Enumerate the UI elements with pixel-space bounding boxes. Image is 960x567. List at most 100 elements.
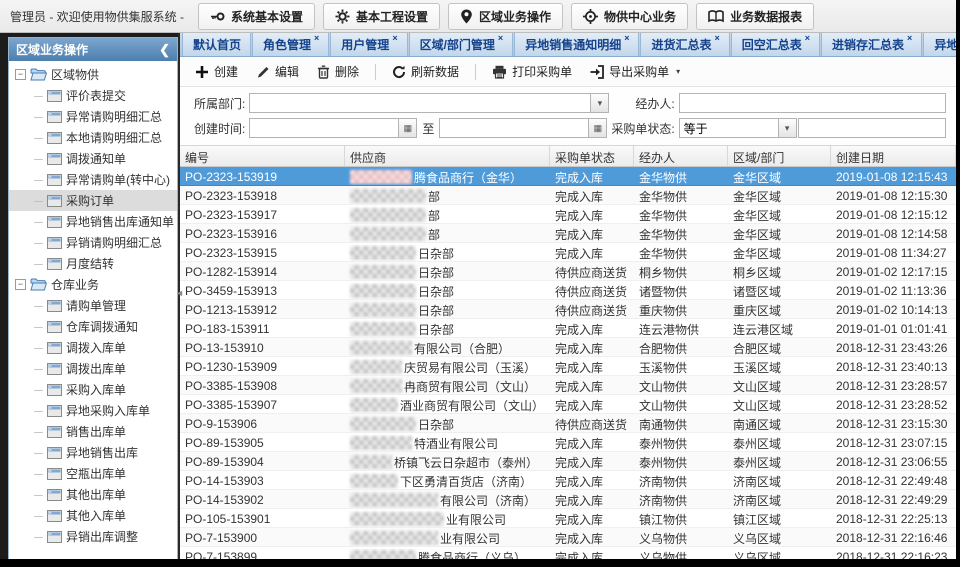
close-icon[interactable]: × (392, 34, 397, 43)
table-row[interactable]: PO-89-153905特酒业有限公司完成入库泰州物供泰州区域2018-12-3… (180, 433, 956, 452)
chevron-down-icon[interactable]: ▾ (590, 94, 608, 112)
tab-默认首页[interactable]: 默认首页 (182, 33, 251, 56)
tab-异地销售通知明细[interactable]: 异地销售通知明细× (514, 33, 639, 56)
sidebar-item-异销请购明细汇总[interactable]: ─异销请购明细汇总 (9, 232, 177, 253)
tab-角色管理[interactable]: 角色管理× (252, 33, 329, 56)
column-header-区域/部门[interactable]: 区域/部门 (728, 146, 831, 166)
table-row[interactable]: PO-2323-153918部完成入库金华物供金华区域2019-01-08 12… (180, 186, 956, 205)
table-row[interactable]: PO-105-153901业有限公司完成入库镇江物供镇江区域2018-12-31… (180, 509, 956, 528)
handler-input[interactable] (680, 94, 945, 112)
created-to-input[interactable] (440, 119, 588, 137)
table-row[interactable]: PO-1282-153914日杂部待供应商送货桐乡物供桐乡区域2019-01-0… (180, 262, 956, 281)
toolbar-button-导出采购单[interactable]: 导出采购单▾ (583, 59, 687, 84)
tab-进货汇总表[interactable]: 进货汇总表× (640, 33, 729, 56)
status-operator-input[interactable] (680, 119, 778, 137)
table-row[interactable]: PO-14-153903下区勇清百货店（济南）完成入库济南物供济南区域2018-… (180, 471, 956, 490)
close-icon[interactable]: × (498, 34, 503, 43)
sidebar-item-调拨通知单[interactable]: ─调拨通知单 (9, 148, 177, 169)
close-icon[interactable]: × (624, 34, 629, 43)
chevron-left-icon[interactable]: ❮ (159, 43, 170, 56)
sidebar-item-采购订单[interactable]: ─采购订单 (9, 190, 177, 211)
close-icon[interactable]: × (805, 34, 810, 43)
collapse-box-icon[interactable]: − (15, 279, 26, 290)
topbar-button-基本工程设置[interactable]: 基本工程设置 (323, 3, 440, 30)
toolbar-button-打印采购单[interactable]: 打印采购单 (485, 59, 579, 84)
calendar-icon[interactable]: ▦ (588, 119, 606, 137)
table-row[interactable]: PO-9-153906日杂部待供应商送货南通物供南通区域2018-12-31 2… (180, 414, 956, 433)
column-header-采购单状态[interactable]: 采购单状态 (550, 146, 634, 166)
table-row[interactable]: PO-7-153899腾食品商行（义乌）完成入库义乌物供义乌区域2018-12-… (180, 547, 956, 559)
table-row[interactable]: PO-14-153902有限公司（济南）完成入库济南物供济南区域2018-12-… (180, 490, 956, 509)
toolbar-button-刷新数据[interactable]: 刷新数据 (385, 59, 466, 84)
sidebar-item-异地销售出库通知单[interactable]: ─异地销售出库通知单 (9, 211, 177, 232)
toolbar-button-编辑[interactable]: 编辑 (249, 59, 306, 84)
sidebar-item-异销出库调整[interactable]: ─异销出库调整 (9, 526, 177, 547)
table-row[interactable]: PO-3459-153913日杂部待供应商送货诸暨物供诸暨区域2019-01-0… (180, 281, 956, 300)
table-row[interactable]: PO-3385-153908冉商贸有限公司（文山）完成入库文山物供文山区域201… (180, 376, 956, 395)
sidebar-item-异地采购入库单[interactable]: ─异地采购入库单 (9, 400, 177, 421)
table-row[interactable]: PO-2323-153915日杂部完成入库金华物供金华区域2019-01-08 … (180, 243, 956, 262)
topbar-button-系统基本设置[interactable]: 系统基本设置 (198, 3, 315, 30)
sidebar-item-采购入库单[interactable]: ─采购入库单 (9, 379, 177, 400)
sidebar-item-调拨出库单[interactable]: ─调拨出库单 (9, 358, 177, 379)
tab-异地销售调整明细[interactable]: 异地销售调整明细× (923, 33, 956, 56)
table-row[interactable]: PO-2323-153917部完成入库金华物供金华区域2019-01-08 12… (180, 205, 956, 224)
sidebar-item-异常请购单(转中心)[interactable]: ─异常请购单(转中心) (9, 169, 177, 190)
created-from-input[interactable] (250, 119, 398, 137)
chevron-down-icon[interactable]: ▾ (778, 119, 796, 137)
sidebar-item-异地销售出库[interactable]: ─异地销售出库 (9, 442, 177, 463)
topbar-button-业务数据报表[interactable]: 业务数据报表 (696, 3, 814, 30)
column-header-创建日期[interactable]: 创建日期 (831, 146, 956, 166)
tree-folder-区域物供[interactable]: −区域物供 (9, 64, 177, 85)
close-icon[interactable]: × (314, 34, 319, 43)
table-row[interactable]: PO-3385-153907酒业商贸有限公司（文山）完成入库文山物供文山区域20… (180, 395, 956, 414)
tab-用户管理[interactable]: 用户管理× (330, 33, 407, 56)
cell-region: 金华区域 (728, 205, 831, 223)
created-from-field[interactable]: ▦ (249, 118, 417, 138)
table-row[interactable]: PO-2323-153916部完成入库金华物供金华区域2019-01-08 12… (180, 224, 956, 243)
sidebar-item-评价表提交[interactable]: ─评价表提交 (9, 85, 177, 106)
status-value-field[interactable] (798, 118, 946, 138)
table-row[interactable]: PO-7-153900业有限公司完成入库义乌物供义乌区域2018-12-31 2… (180, 528, 956, 547)
topbar-button-区域业务操作[interactable]: 区域业务操作 (448, 3, 563, 30)
status-operator-combo[interactable]: ▾ (679, 118, 797, 138)
sidebar-item-月度结转[interactable]: ─月度结转 (9, 253, 177, 274)
column-header-供应商[interactable]: 供应商 (345, 146, 550, 166)
tab-区域/部门管理[interactable]: 区域/部门管理× (409, 33, 514, 56)
tab-回空汇总表[interactable]: 回空汇总表× (731, 33, 820, 56)
sidebar-item-调拨入库单[interactable]: ─调拨入库单 (9, 337, 177, 358)
sidebar-item-其他出库单[interactable]: ─其他出库单 (9, 484, 177, 505)
toolbar-button-创建[interactable]: 创建 (188, 59, 245, 84)
handler-field[interactable] (679, 93, 946, 113)
sidebar-item-仓库调拨通知[interactable]: ─仓库调拨通知 (9, 316, 177, 337)
column-header-编号[interactable]: 编号 (180, 146, 345, 166)
topbar-button-物供中心业务[interactable]: 物供中心业务 (571, 3, 688, 30)
document-icon (47, 258, 62, 270)
table-row[interactable]: PO-2323-153919腾食品商行（金华）完成入库金华物供金华区域2019-… (180, 167, 956, 186)
tab-进销存汇总表[interactable]: 进销存汇总表× (821, 33, 922, 56)
sidebar-item-请购单管理[interactable]: ─请购单管理 (9, 295, 177, 316)
sidebar-item-本地请购明细汇总[interactable]: ─本地请购明细汇总 (9, 127, 177, 148)
table-row[interactable]: PO-89-153904桥镇飞云日杂超市（泰州）完成入库泰州物供泰州区域2018… (180, 452, 956, 471)
dept-combo[interactable]: ▾ (249, 93, 609, 113)
table-row[interactable]: PO-13-153910有限公司（合肥）完成入库合肥物供合肥区域2018-12-… (180, 338, 956, 357)
sidebar-item-异常请购明细汇总[interactable]: ─异常请购明细汇总 (9, 106, 177, 127)
status-value-input[interactable] (799, 119, 945, 137)
collapse-box-icon[interactable]: − (15, 69, 26, 80)
splitter-collapse-icon[interactable]: ◄ (175, 288, 184, 298)
sidebar-item-其他入库单[interactable]: ─其他入库单 (9, 505, 177, 526)
column-header-经办人[interactable]: 经办人 (634, 146, 728, 166)
sidebar-item-销售出库单[interactable]: ─销售出库单 (9, 421, 177, 442)
toolbar-button-删除[interactable]: 删除 (310, 59, 366, 84)
tree-folder-仓库业务[interactable]: −仓库业务 (9, 274, 177, 295)
table-row[interactable]: PO-1213-153912日杂部待供应商送货重庆物供重庆区域2019-01-0… (180, 300, 956, 319)
table-row[interactable]: PO-183-153911日杂部完成入库连云港物供连云港区域2019-01-01… (180, 319, 956, 338)
table-row[interactable]: PO-1230-153909庆贸易有限公司（玉溪）完成入库玉溪物供玉溪区域201… (180, 357, 956, 376)
created-to-field[interactable]: ▦ (439, 118, 607, 138)
sidebar-splitter[interactable]: ◄ (178, 33, 180, 559)
sidebar-item-空瓶出库单[interactable]: ─空瓶出库单 (9, 463, 177, 484)
close-icon[interactable]: × (907, 34, 912, 43)
close-icon[interactable]: × (714, 34, 719, 43)
dept-input[interactable] (250, 94, 590, 112)
calendar-icon[interactable]: ▦ (398, 119, 416, 137)
